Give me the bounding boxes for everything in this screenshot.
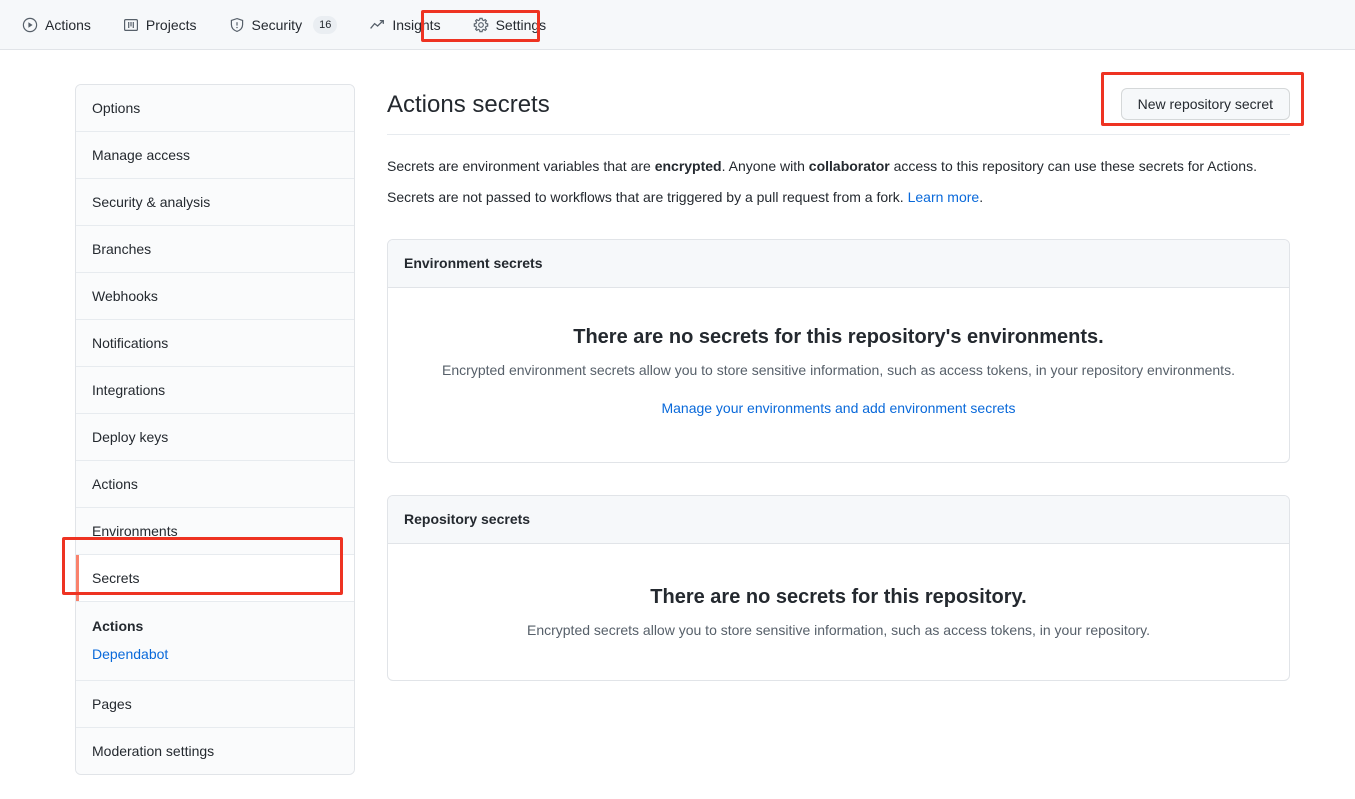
sidebar-item-actions[interactable]: Actions (76, 461, 354, 508)
repository-secrets-blank-title: There are no secrets for this repository… (650, 586, 1027, 608)
repository-secrets-body: There are no secrets for this repository… (388, 544, 1289, 680)
repository-secrets-header: Repository secrets (388, 496, 1289, 544)
repository-nav-items: Actions Projects Security 16 Insights Se… (0, 0, 1355, 49)
sidebar-item-manage-access[interactable]: Manage access (76, 132, 354, 179)
secrets-description-line-1: Secrets are environment variables that a… (387, 156, 1290, 176)
nav-item-settings[interactable]: Settings (457, 9, 563, 41)
manage-environments-link[interactable]: Manage your environments and add environ… (661, 398, 1015, 418)
desc2-part2: . (979, 189, 984, 205)
desc1-part1: Secrets are environment variables that a… (387, 158, 655, 174)
sidebar-item-secrets[interactable]: Secrets (76, 555, 354, 602)
sidebar-item-label: Security & analysis (92, 194, 211, 210)
nav-item-label: Insights (392, 16, 441, 33)
security-count-badge: 16 (313, 15, 338, 34)
sidebar-item-label: Notifications (92, 335, 169, 351)
content-header: Actions secrets New repository secret (387, 72, 1304, 135)
sidebar-item-label: Branches (92, 241, 152, 257)
graph-icon (369, 17, 385, 33)
sidebar-item-deploy-keys[interactable]: Deploy keys (76, 414, 354, 461)
sidebar-item-label: Secrets (92, 570, 140, 586)
nav-item-insights[interactable]: Insights (353, 9, 456, 41)
sidebar-item-label: Manage access (92, 147, 191, 163)
sidebar-subitem-label: Dependabot (92, 646, 169, 662)
sidebar-secrets-subnav: Actions Dependabot (76, 602, 354, 681)
sidebar-item-branches[interactable]: Branches (76, 226, 354, 273)
sidebar-item-moderation-settings[interactable]: Moderation settings (76, 728, 354, 774)
shield-icon (229, 17, 245, 33)
repository-secrets-blank-text: Encrypted secrets allow you to store sen… (526, 622, 1151, 638)
sidebar-subitem-actions[interactable]: Actions (92, 612, 354, 640)
environment-secrets-box: Environment secrets There are no secrets… (387, 239, 1290, 463)
desc2-part1: Secrets are not passed to workflows that… (387, 189, 908, 205)
sidebar-item-label: Environments (92, 523, 178, 539)
desc1-part3: access to this repository can use these … (889, 158, 1257, 174)
settings-main-content: Actions secrets New repository secret Se… (387, 72, 1304, 681)
sidebar-item-security-and-analysis[interactable]: Security & analysis (76, 179, 354, 226)
nav-item-security[interactable]: Security 16 (213, 9, 354, 41)
sidebar-subitem-label: Actions (92, 618, 144, 634)
sidebar-item-notifications[interactable]: Notifications (76, 320, 354, 367)
environment-secrets-blank-title: There are no secrets for this repository… (573, 326, 1104, 348)
sidebar-item-integrations[interactable]: Integrations (76, 367, 354, 414)
nav-item-label: Actions (45, 16, 91, 33)
nav-item-actions[interactable]: Actions (6, 9, 107, 41)
repository-secrets-box: Repository secrets There are no secrets … (387, 495, 1290, 681)
settings-sidebar: Options Manage access Security & analysi… (75, 84, 355, 775)
nav-item-label: Projects (145, 16, 197, 33)
desc1-bold-encrypted: encrypted (654, 158, 722, 174)
new-repository-secret-button[interactable]: New repository secret (1120, 88, 1290, 120)
sidebar-item-label: Deploy keys (92, 429, 169, 445)
project-board-icon (123, 17, 139, 33)
nav-item-projects[interactable]: Projects (107, 9, 213, 41)
sidebar-item-label: Webhooks (92, 288, 158, 304)
secrets-description-line-2: Secrets are not passed to workflows that… (387, 187, 1290, 207)
nav-item-label: Settings (495, 16, 547, 33)
environment-secrets-body: There are no secrets for this repository… (388, 288, 1289, 462)
gear-icon (473, 17, 489, 33)
sidebar-item-environments[interactable]: Environments (76, 508, 354, 555)
settings-page-body: Options Manage access Security & analysi… (0, 50, 1355, 799)
sidebar-item-label: Options (92, 100, 141, 116)
desc1-bold-collaborator: collaborator (808, 158, 890, 174)
environment-secrets-header: Environment secrets (388, 240, 1289, 288)
repository-nav-bar: Actions Projects Security 16 Insights Se… (0, 0, 1355, 50)
sidebar-item-label: Pages (92, 696, 132, 712)
sidebar-item-options[interactable]: Options (76, 85, 354, 132)
sidebar-item-label: Actions (92, 476, 138, 492)
play-circle-icon (22, 17, 38, 33)
nav-item-label: Security (251, 16, 303, 33)
sidebar-item-webhooks[interactable]: Webhooks (76, 273, 354, 320)
environment-secrets-blank-text: Encrypted environment secrets allow you … (442, 362, 1235, 378)
learn-more-link[interactable]: Learn more (908, 189, 980, 205)
sidebar-item-label: Moderation settings (92, 743, 215, 759)
desc1-part2: . Anyone with (721, 158, 809, 174)
sidebar-subitem-dependabot[interactable]: Dependabot (92, 640, 354, 668)
sidebar-item-label: Integrations (92, 382, 166, 398)
sidebar-item-pages[interactable]: Pages (76, 681, 354, 728)
